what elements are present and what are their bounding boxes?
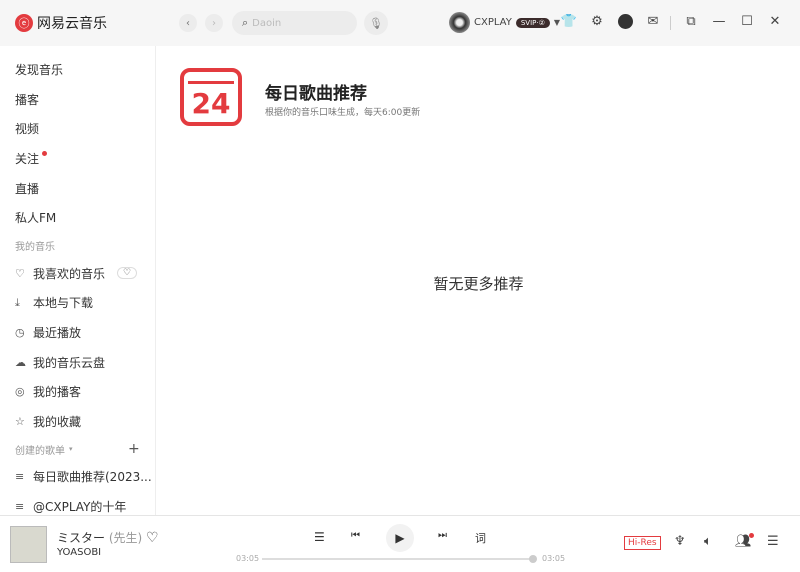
notification-dot: [749, 533, 754, 538]
maximize-button[interactable]: ☐: [738, 14, 756, 29]
podcast-icon: ◎: [15, 385, 25, 399]
settings-icon[interactable]: ⚙: [588, 14, 606, 29]
playlist-item[interactable]: ≡ @CXPLAY的十年: [0, 492, 155, 515]
netease-radar-icon[interactable]: [616, 14, 634, 33]
song-name: ミスター: [57, 531, 106, 545]
app-name: 网易云音乐: [37, 16, 107, 32]
page-title: 每日歌曲推荐: [265, 84, 367, 104]
section-header-my-music: 我的音乐: [15, 242, 55, 254]
sidebar-item-label: 最近播放: [33, 326, 82, 341]
sidebar-item-label: 视频: [15, 122, 40, 137]
progress-fill: [262, 558, 534, 560]
netease-logo-icon: ⓔ: [15, 14, 33, 32]
forward-button[interactable]: ›: [205, 14, 223, 32]
chevron-down-icon[interactable]: ▾: [69, 445, 73, 453]
sidebar-item-discover[interactable]: 发现音乐: [0, 55, 155, 85]
mail-icon[interactable]: ✉: [644, 14, 662, 29]
progress-slider[interactable]: [262, 558, 534, 560]
playlist-item[interactable]: ≡ 每日歌曲推荐(2023...: [0, 462, 155, 492]
section-label: 创建的歌单: [15, 445, 65, 457]
sidebar-item-label: 直播: [15, 181, 40, 196]
progress-handle[interactable]: [529, 555, 537, 563]
clock-icon: ◷: [15, 326, 25, 340]
sidebar-item-label: 每日歌曲推荐(2023...: [33, 470, 152, 485]
calendar-icon: 24: [180, 68, 242, 126]
page-subtitle: 根据你的音乐口味生成，每天6:00更新: [265, 108, 421, 118]
play-button[interactable]: ▶: [386, 524, 414, 552]
play-icon: ▶: [395, 531, 405, 545]
app-logo[interactable]: ⓔ 网易云音乐: [15, 13, 107, 33]
sidebar-item-liked[interactable]: ♡ 我喜欢的音乐 ♡: [0, 259, 155, 289]
sidebar: 发现音乐 播客 视频 关注 直播 私人FM 我的音乐 ♡ 我喜欢的音乐 ♡ ⤓ 本地与…: [0, 46, 156, 515]
sidebar-item-my-podcast[interactable]: ◎ 我的播客: [0, 377, 155, 407]
notification-dot: [42, 150, 47, 156]
playlist-icon: ≡: [15, 500, 25, 514]
duration-time: 03:05: [542, 554, 566, 563]
song-title[interactable]: ミスター (先生) ♡: [57, 529, 159, 546]
skin-icon[interactable]: 👕: [560, 14, 578, 29]
sidebar-item-label: 我的播客: [33, 385, 82, 400]
sidebar-item-label: 我的音乐云盘: [33, 355, 106, 370]
star-user-icon: ☆: [15, 414, 25, 428]
sidebar-item-label: 本地与下载: [33, 296, 94, 311]
sidebar-item-label: 播客: [15, 92, 40, 107]
sidebar-item-label: 我的收藏: [33, 414, 82, 429]
sidebar-item-label: 发现音乐: [15, 63, 64, 78]
add-playlist-button[interactable]: +: [128, 441, 140, 457]
elapsed-time: 03:05: [236, 554, 260, 563]
voice-search-button[interactable]: 🎙: [364, 11, 388, 35]
quality-badge[interactable]: Hi-Res: [624, 536, 661, 550]
username[interactable]: CXPLAY: [474, 17, 512, 28]
search-input[interactable]: ⌕ Daoin: [232, 11, 357, 35]
sidebar-item-label: 我喜欢的音乐: [33, 266, 106, 281]
playlist-mode-icon[interactable]: ☰: [314, 530, 325, 544]
sidebar-item-local[interactable]: ⤓ 本地与下载: [0, 288, 155, 318]
sidebar-item-label: 关注: [15, 152, 40, 167]
heart-icon: ♡: [15, 266, 25, 280]
sidebar-item-label: 私人FM: [15, 211, 57, 226]
section-header-created[interactable]: 创建的歌单 ▾ +: [0, 436, 155, 462]
like-icon[interactable]: ♡: [146, 530, 159, 546]
sidebar-item-collection[interactable]: ☆ 我的收藏: [0, 407, 155, 437]
heartbeat-mode-button[interactable]: ♡: [117, 267, 138, 280]
vip-badge[interactable]: SVIP·②: [515, 17, 550, 28]
search-placeholder: Daoin: [252, 17, 282, 29]
sidebar-item-follow[interactable]: 关注: [0, 144, 155, 174]
title-bar: ⓔ 网易云音乐: [0, 0, 800, 46]
lyrics-button[interactable]: 词: [475, 530, 486, 546]
player-bar: ミスター (先生) ♡ YOASOBI ☰ ⏮ ▶ ⏭ 词 03:05 03:0…: [0, 515, 800, 572]
mini-player-icon[interactable]: ⧉: [682, 14, 700, 29]
cloud-icon: ☁: [15, 355, 26, 369]
search-icon: ⌕: [242, 16, 249, 29]
minimize-button[interactable]: —: [710, 14, 728, 29]
artist-name[interactable]: YOASOBI: [57, 547, 101, 558]
album-cover[interactable]: [10, 526, 47, 563]
song-alt-name: (先生): [108, 531, 143, 545]
previous-button[interactable]: ⏮: [351, 530, 360, 541]
back-button[interactable]: ‹: [179, 14, 197, 32]
close-button[interactable]: ✕: [766, 14, 784, 29]
empty-message: 暂无更多推荐: [433, 275, 524, 293]
sidebar-item-podcast[interactable]: 播客: [0, 85, 155, 115]
download-icon: ⤓: [15, 295, 20, 309]
sidebar-item-cloud[interactable]: ☁ 我的音乐云盘: [0, 347, 155, 377]
playlist-icon: ≡: [15, 470, 25, 484]
main-content: 24 每日歌曲推荐 根据你的音乐口味生成，每天6:00更新 暂无更多推荐: [157, 46, 800, 515]
sidebar-item-video[interactable]: 视频: [0, 114, 155, 144]
sound-effect-icon[interactable]: ♆: [674, 534, 686, 549]
calendar-day: 24: [191, 87, 231, 120]
sidebar-item-label: @CXPLAY的十年: [33, 500, 127, 515]
divider: [670, 16, 671, 30]
user-menu[interactable]: CXPLAY SVIP·② ▼: [449, 12, 560, 33]
sidebar-item-live[interactable]: 直播: [0, 173, 155, 203]
sidebar-item-recent[interactable]: ◷ 最近播放: [0, 318, 155, 348]
avatar[interactable]: [449, 12, 470, 33]
next-button[interactable]: ⏭: [438, 530, 447, 541]
playlist-queue-icon[interactable]: ☰: [767, 534, 779, 549]
volume-icon[interactable]: 🔈︎: [704, 534, 712, 549]
sidebar-item-fm[interactable]: 私人FM: [0, 203, 155, 233]
